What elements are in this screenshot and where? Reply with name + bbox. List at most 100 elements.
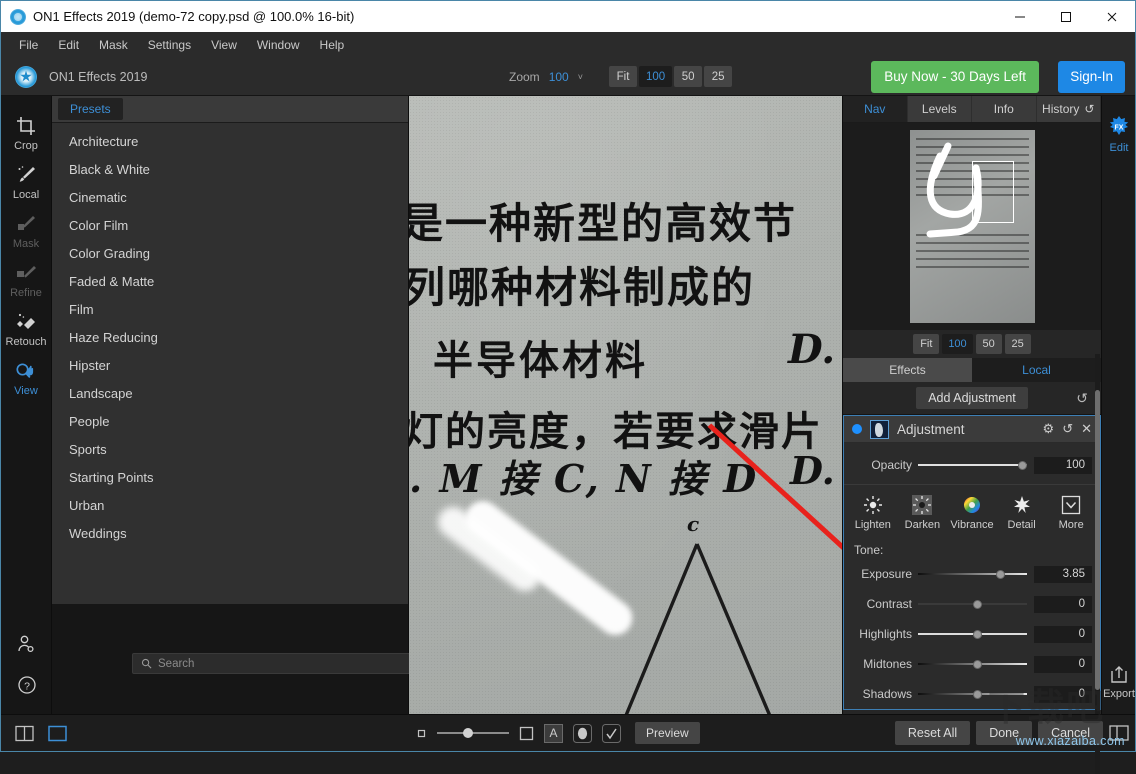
- highlights-value[interactable]: 0: [1034, 625, 1092, 643]
- preset-item-film[interactable]: Film: [52, 295, 408, 323]
- checkbox-mask-icon[interactable]: [602, 723, 621, 743]
- image-canvas[interactable]: 是一种新型的高效节 列哪种材料制成的 半导体材料 D. 灯的亮度，若要求滑片 .…: [409, 96, 842, 714]
- tool-mask[interactable]: Mask: [1, 208, 52, 257]
- exposure-value[interactable]: 3.85: [1034, 565, 1092, 583]
- quick-tool-vibrance[interactable]: Vibrance: [949, 495, 995, 531]
- tab-history[interactable]: History ↺: [1037, 96, 1101, 122]
- reset-revert-icon[interactable]: ↺: [1076, 390, 1088, 407]
- opacity-value[interactable]: 100: [1034, 456, 1092, 474]
- brush-size-slider[interactable]: [437, 727, 509, 739]
- highlights-slider[interactable]: [918, 627, 1027, 641]
- nav-zoom-25[interactable]: 25: [1004, 334, 1031, 354]
- close-button[interactable]: [1089, 1, 1135, 32]
- midtones-value[interactable]: 0: [1034, 655, 1092, 673]
- letter-a-icon[interactable]: A: [544, 723, 563, 743]
- quick-tool-detail[interactable]: Detail: [999, 495, 1045, 531]
- search-input[interactable]: Search: [132, 653, 429, 674]
- preset-item-architecture[interactable]: Architecture: [52, 127, 408, 155]
- tab-local[interactable]: Local: [972, 358, 1101, 382]
- compare-split-icon[interactable]: [15, 725, 34, 742]
- right-panel-scrollbar[interactable]: [1095, 354, 1100, 774]
- close-icon[interactable]: ✕: [1081, 421, 1092, 437]
- preset-item-black-white[interactable]: Black & White: [52, 155, 408, 183]
- edge-export-module[interactable]: Export: [1102, 665, 1136, 700]
- tab-levels[interactable]: Levels: [908, 96, 972, 122]
- add-adjustment-row: Add Adjustment ↺: [843, 382, 1101, 415]
- menu-mask[interactable]: Mask: [89, 35, 138, 55]
- tab-effects[interactable]: Effects: [843, 358, 972, 382]
- opacity-slider[interactable]: [918, 458, 1027, 472]
- menu-view[interactable]: View: [201, 35, 247, 55]
- help-question-icon[interactable]: ?: [16, 674, 38, 696]
- nav-zoom-100[interactable]: 100: [942, 334, 973, 354]
- preset-item-cinematic[interactable]: Cinematic: [52, 183, 408, 211]
- reset-all-button[interactable]: Reset All: [894, 721, 971, 745]
- tool-retouch[interactable]: Retouch: [1, 306, 52, 355]
- menu-file[interactable]: File: [9, 35, 48, 55]
- tool-local[interactable]: Local: [1, 159, 52, 208]
- contrast-slider[interactable]: [918, 597, 1027, 611]
- zoom-50-button[interactable]: 50: [674, 66, 703, 87]
- tab-info[interactable]: Info: [972, 96, 1037, 122]
- menu-edit[interactable]: Edit: [48, 35, 89, 55]
- buy-now-button[interactable]: Buy Now - 30 Days Left: [871, 60, 1039, 93]
- quick-tool-lighten[interactable]: Lighten: [850, 495, 896, 531]
- menu-settings[interactable]: Settings: [138, 35, 201, 55]
- preset-item-color-grading[interactable]: Color Grading: [52, 239, 408, 267]
- preset-item-sports[interactable]: Sports: [52, 435, 408, 463]
- maximize-button[interactable]: [1043, 1, 1089, 32]
- zoom-25-button[interactable]: 25: [704, 66, 733, 87]
- tab-nav[interactable]: Nav: [843, 96, 908, 122]
- chevron-down-icon[interactable]: ˅: [578, 72, 583, 82]
- add-adjustment-button[interactable]: Add Adjustment: [916, 387, 1028, 409]
- exposure-slider-row: Exposure 3.85: [844, 559, 1100, 589]
- preset-item-faded-matte[interactable]: Faded & Matte: [52, 267, 408, 295]
- adjustment-layer-panel: Adjustment ⚙ ↺ ✕ Opacity 100 Lighten Dar…: [843, 415, 1101, 710]
- preset-item-haze-reducing[interactable]: Haze Reducing: [52, 323, 408, 351]
- bottom-center-group: A Preview: [416, 722, 700, 744]
- sign-in-button[interactable]: Sign-In: [1058, 60, 1125, 93]
- user-settings-icon[interactable]: [16, 634, 38, 656]
- large-square-icon[interactable]: [519, 726, 534, 741]
- zoom-value[interactable]: 100: [549, 70, 569, 84]
- tool-view[interactable]: View: [1, 355, 52, 404]
- menu-help[interactable]: Help: [310, 35, 355, 55]
- navigator-roi-rect[interactable]: [971, 161, 1014, 223]
- preset-item-starting-points[interactable]: Starting Points: [52, 463, 408, 491]
- small-square-icon[interactable]: [416, 728, 427, 739]
- right-panel: Nav Levels Info History ↺ Fit 100 50 25 …: [842, 96, 1101, 714]
- quick-tool-more-label: More: [1058, 519, 1084, 531]
- tab-presets[interactable]: Presets: [58, 98, 123, 120]
- zoom-fit-button[interactable]: Fit: [609, 66, 637, 87]
- preset-item-weddings[interactable]: Weddings: [52, 519, 408, 547]
- adjustment-mask-thumbnail[interactable]: [870, 419, 889, 439]
- ellipse-mask-icon[interactable]: [573, 723, 592, 743]
- preset-item-hipster[interactable]: Hipster: [52, 351, 408, 379]
- shadows-value[interactable]: 0: [1034, 685, 1092, 703]
- zoom-100-button[interactable]: 100: [639, 66, 673, 87]
- menu-window[interactable]: Window: [247, 35, 310, 55]
- preset-item-urban[interactable]: Urban: [52, 491, 408, 519]
- adjustment-visibility-dot[interactable]: [852, 424, 862, 434]
- revert-icon[interactable]: ↺: [1062, 421, 1073, 437]
- tool-crop[interactable]: Crop: [1, 110, 52, 159]
- edge-edit-module[interactable]: FX Edit: [1102, 116, 1136, 154]
- midtones-slider[interactable]: [918, 657, 1027, 671]
- single-view-icon[interactable]: [48, 725, 67, 742]
- nav-zoom-50[interactable]: 50: [975, 334, 1002, 354]
- shadows-slider[interactable]: [918, 687, 1027, 701]
- minimize-button[interactable]: [997, 1, 1043, 32]
- quick-tool-darken[interactable]: Darken: [899, 495, 945, 531]
- preset-item-color-film[interactable]: Color Film: [52, 211, 408, 239]
- tool-refine[interactable]: Refine: [1, 257, 52, 306]
- nav-zoom-fit[interactable]: Fit: [913, 334, 940, 354]
- contrast-value[interactable]: 0: [1034, 595, 1092, 613]
- quick-tool-more[interactable]: More: [1048, 495, 1094, 531]
- gear-icon[interactable]: ⚙: [1043, 421, 1055, 437]
- preset-item-people[interactable]: People: [52, 407, 408, 435]
- navigator-preview[interactable]: [843, 123, 1101, 330]
- mode-tab-bar: Effects Local: [843, 358, 1101, 382]
- preview-button[interactable]: Preview: [635, 722, 700, 744]
- preset-item-landscape[interactable]: Landscape: [52, 379, 408, 407]
- exposure-slider[interactable]: [918, 567, 1027, 581]
